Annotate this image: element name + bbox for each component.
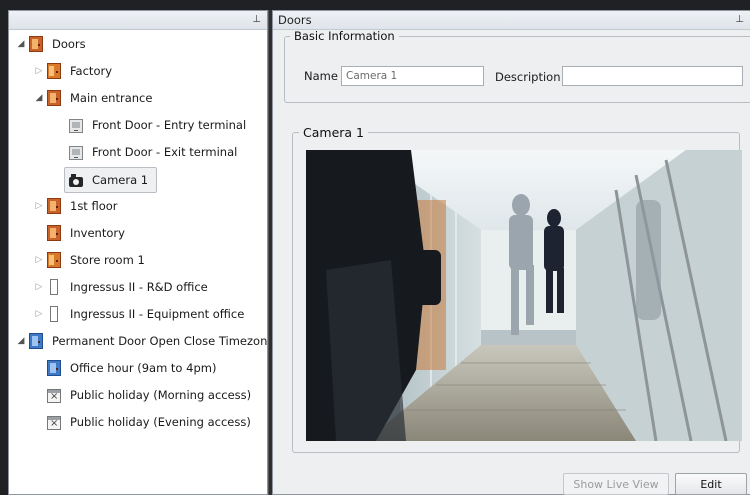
tree-item-inventory[interactable]: Inventory xyxy=(45,222,125,244)
tree-item-label: 1st floor xyxy=(70,199,118,213)
tree-item-holiday-evening[interactable]: Public holiday (Evening access) xyxy=(45,411,251,433)
description-input[interactable] xyxy=(562,66,743,86)
camera-legend: Camera 1 xyxy=(303,125,364,140)
name-label: Name xyxy=(304,69,338,83)
tree-item-doors[interactable]: ◢ Doors xyxy=(15,33,86,55)
camera-snapshot xyxy=(306,150,742,441)
pin-icon[interactable]: ⊥ xyxy=(252,13,261,27)
tree-item-label: Ingressus II - R&D office xyxy=(70,280,208,294)
collapse-arrow-icon[interactable]: ▷ xyxy=(33,309,45,319)
detail-panel-title: Doors xyxy=(278,13,312,27)
edit-button[interactable]: Edit xyxy=(675,473,747,495)
collapse-arrow-icon[interactable]: ▷ xyxy=(33,66,45,76)
pin-icon[interactable]: ⊥ xyxy=(735,13,744,27)
tree-item-label: Camera 1 xyxy=(92,173,149,187)
tree-item-label: Public holiday (Evening access) xyxy=(70,415,251,429)
tree-item-rd-office[interactable]: ▷ Ingressus II - R&D office xyxy=(33,276,208,298)
tree-item-camera-1[interactable]: Camera 1 xyxy=(64,167,158,193)
door-icon xyxy=(47,63,61,79)
description-label: Description xyxy=(495,70,561,84)
tree-item-label: Office hour (9am to 4pm) xyxy=(70,361,217,375)
tree-panel: ⊥ ◢ Doors ▷ Factory ◢ Main entrance Fron… xyxy=(8,10,274,495)
tree-item-equipment-office[interactable]: ▷ Ingressus II - Equipment office xyxy=(33,303,244,325)
tree-item-front-door-exit[interactable]: Front Door - Exit terminal xyxy=(67,141,237,163)
door-icon xyxy=(29,36,43,52)
expand-arrow-icon[interactable]: ◢ xyxy=(15,39,27,49)
tree-item-label: Ingressus II - Equipment office xyxy=(70,307,245,321)
tree-item-label: Permanent Door Open Close Timezone xyxy=(52,334,275,348)
calendar-icon xyxy=(47,415,61,430)
collapse-arrow-icon[interactable]: ▷ xyxy=(33,282,45,292)
terminal-icon xyxy=(69,145,83,160)
tree-item-label: Front Door - Exit terminal xyxy=(92,145,238,159)
show-live-view-button[interactable]: Show Live View xyxy=(563,473,669,495)
door-icon xyxy=(50,279,58,295)
detail-panel: Doors ⊥ Basic Information Name Descripti… xyxy=(272,10,750,495)
tree-item-holiday-morning[interactable]: Public holiday (Morning access) xyxy=(45,384,251,406)
timezone-icon xyxy=(47,360,61,376)
door-icon xyxy=(50,306,58,322)
door-icon xyxy=(47,198,61,214)
door-icon xyxy=(47,252,61,268)
detail-panel-header: Doors ⊥ xyxy=(273,11,750,30)
camera-snapshot-image xyxy=(306,150,742,441)
tree-item-main-entrance[interactable]: ◢ Main entrance xyxy=(33,87,152,109)
camera-icon xyxy=(69,174,83,187)
name-input[interactable] xyxy=(341,66,484,86)
expand-arrow-icon[interactable]: ◢ xyxy=(33,93,45,103)
tree-item-factory[interactable]: ▷ Factory xyxy=(33,60,112,82)
tree-item-office-hour[interactable]: Office hour (9am to 4pm) xyxy=(45,357,216,379)
collapse-arrow-icon[interactable]: ▷ xyxy=(33,201,45,211)
collapse-arrow-icon[interactable]: ▷ xyxy=(33,255,45,265)
tree-item-1st-floor[interactable]: ▷ 1st floor xyxy=(33,195,118,217)
tree-item-front-door-entry[interactable]: Front Door - Entry terminal xyxy=(67,114,246,136)
tree-item-permanent-timezone[interactable]: ◢ Permanent Door Open Close Timezone xyxy=(15,330,274,352)
timezone-icon xyxy=(29,333,43,349)
tree-item-label: Doors xyxy=(52,37,86,51)
terminal-icon xyxy=(69,118,83,133)
tree-item-label: Public holiday (Morning access) xyxy=(70,388,252,402)
tree-item-label: Inventory xyxy=(70,226,125,240)
tree-item-store-room-1[interactable]: ▷ Store room 1 xyxy=(33,249,145,271)
basic-information-legend: Basic Information xyxy=(294,29,395,43)
tree-panel-header: ⊥ xyxy=(9,11,267,30)
tree-item-label: Factory xyxy=(70,64,113,78)
calendar-icon xyxy=(47,388,61,403)
tree-item-label: Main entrance xyxy=(70,91,153,105)
door-icon xyxy=(47,90,61,106)
tree-item-label: Store room 1 xyxy=(70,253,145,267)
door-icon xyxy=(47,225,61,241)
tree-item-label: Front Door - Entry terminal xyxy=(92,118,247,132)
expand-arrow-icon[interactable]: ◢ xyxy=(15,336,27,346)
